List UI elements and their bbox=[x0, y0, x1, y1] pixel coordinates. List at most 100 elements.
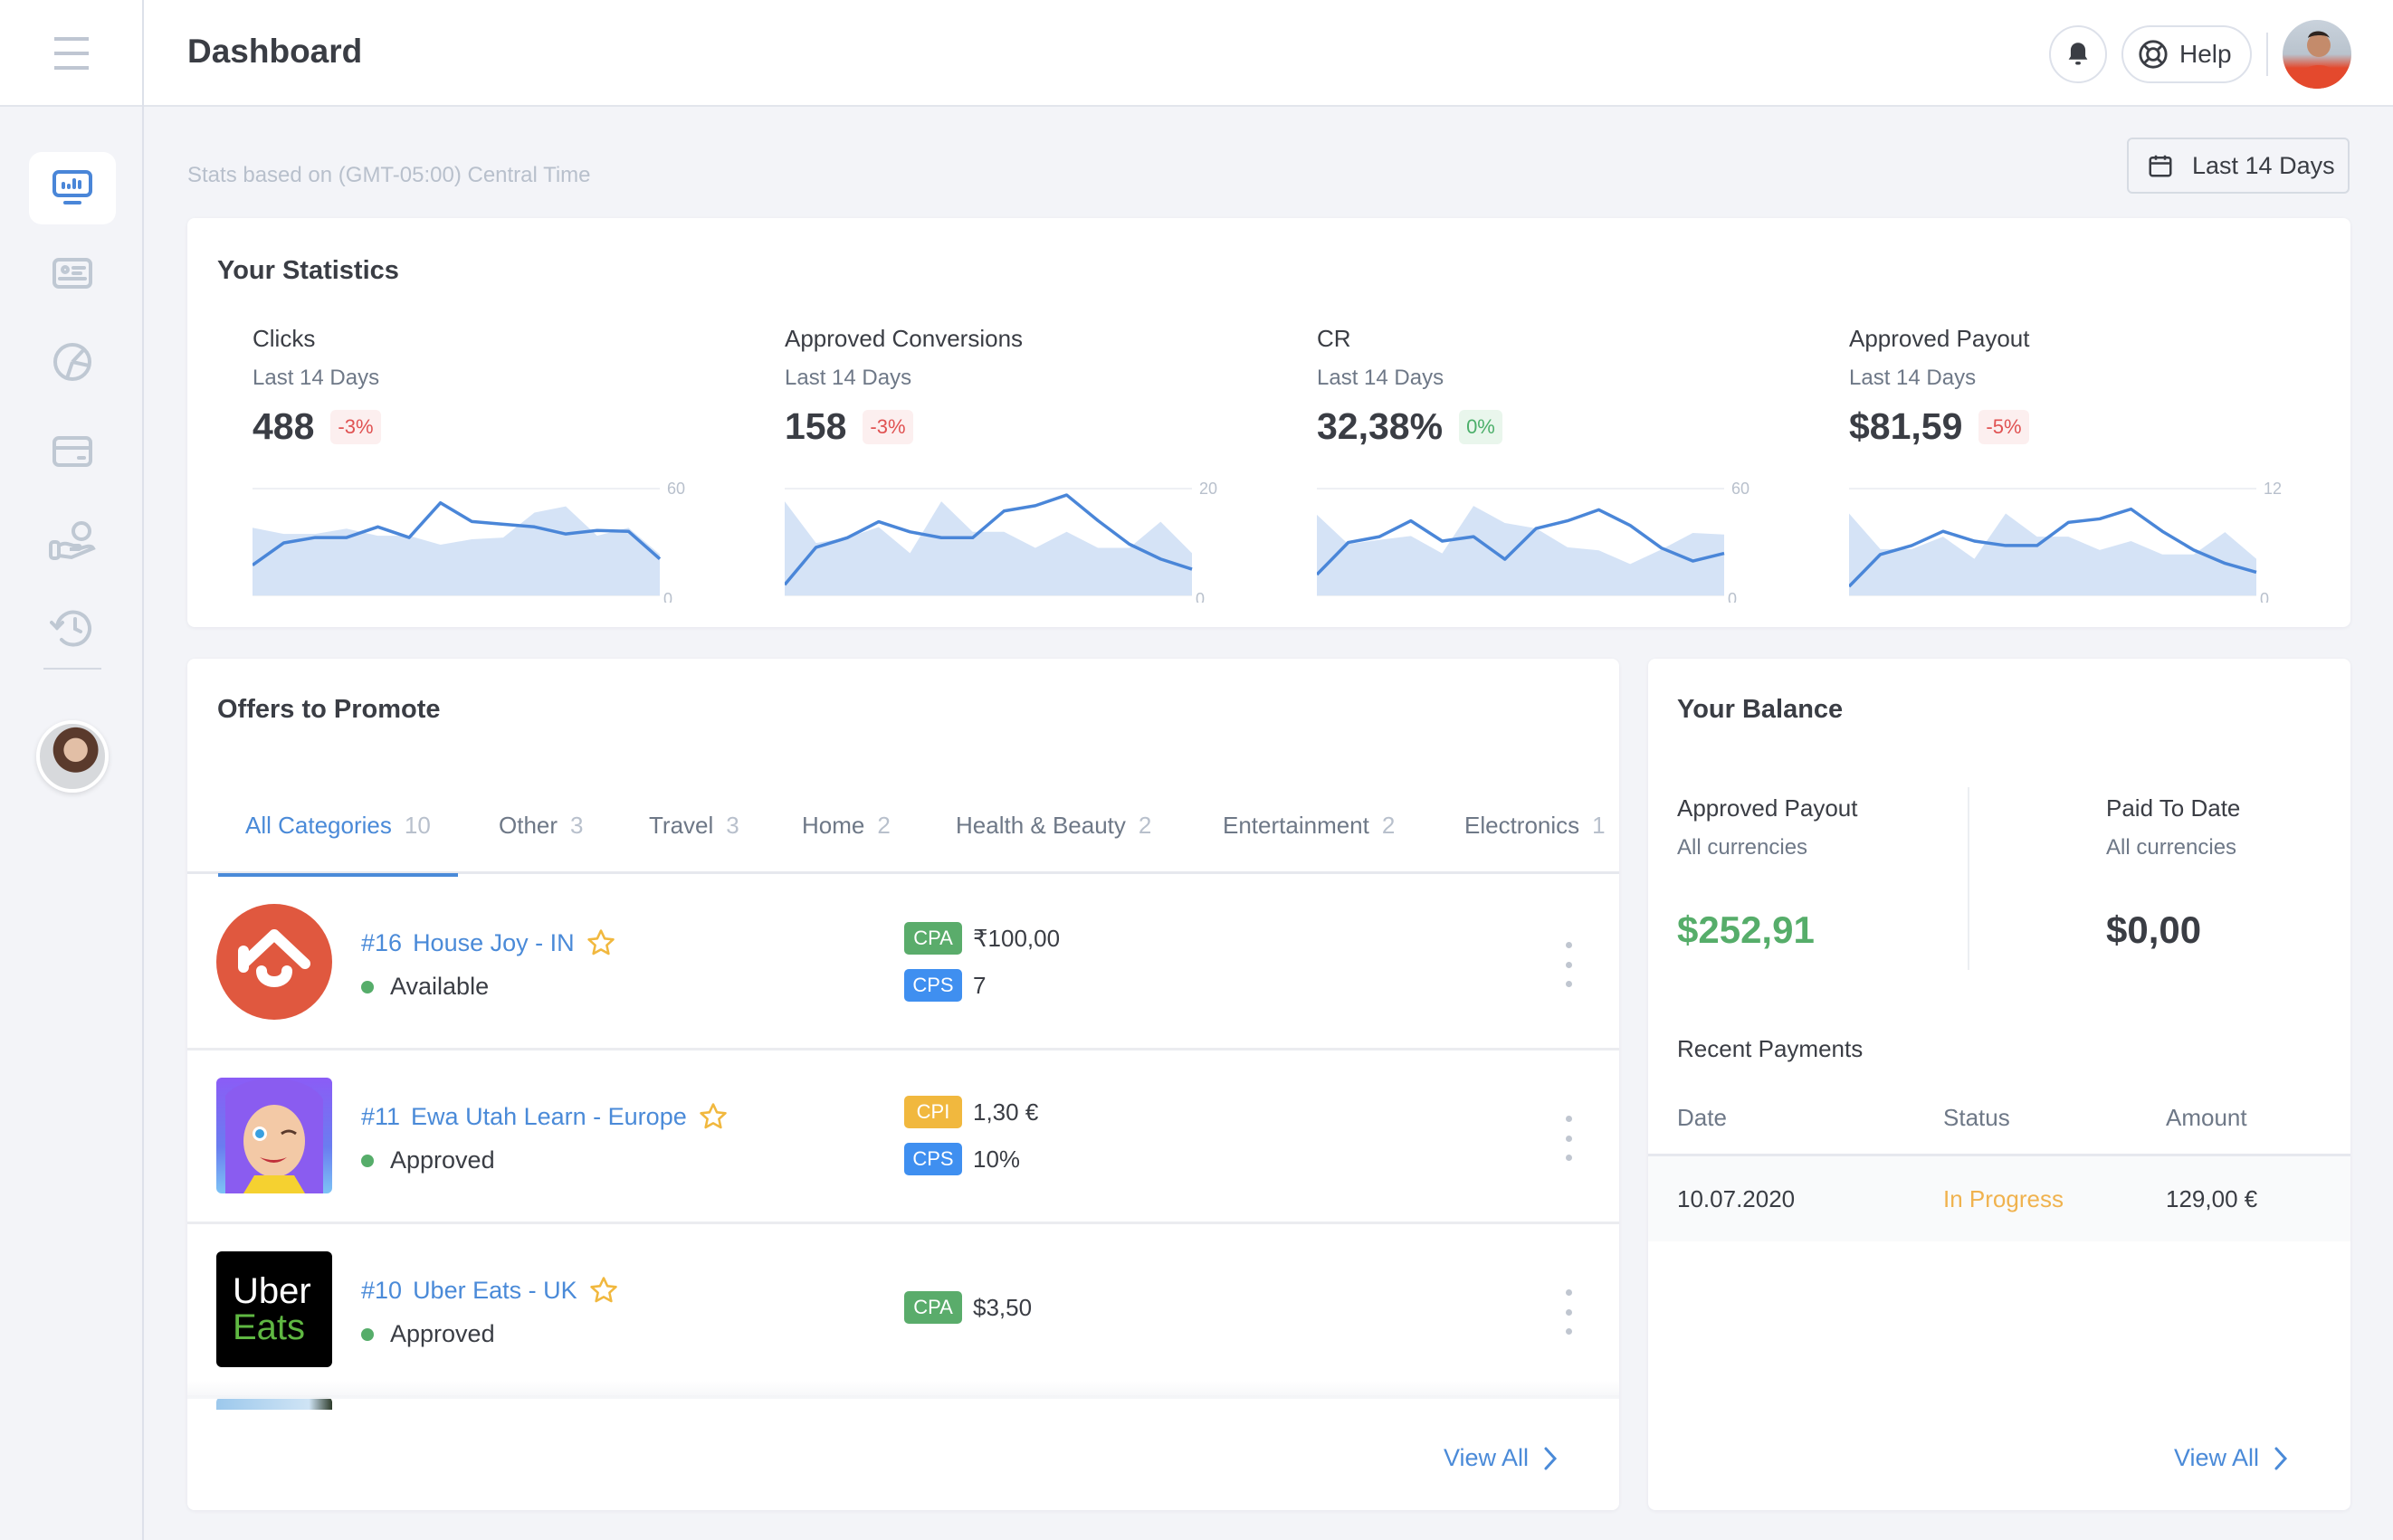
status-text: Approved bbox=[390, 1146, 495, 1174]
star-icon[interactable] bbox=[698, 1101, 729, 1132]
stat-number: 158 bbox=[785, 405, 847, 447]
category-tabs: All Categories 10 Other 3 Travel 3 Home 2 He… bbox=[187, 776, 1619, 877]
sidebar-item-dashboard[interactable] bbox=[29, 152, 116, 224]
column-amount: Amount bbox=[2166, 1104, 2247, 1131]
payout-item: CPI 1,30 € bbox=[904, 1094, 1038, 1130]
lifebuoy-icon bbox=[2139, 40, 2168, 69]
offer-link[interactable]: #11 Ewa Utah Learn - Europe bbox=[361, 1101, 729, 1132]
sparkline-cr: 60 0 bbox=[1317, 480, 1749, 603]
payout-list: CPA ₹100,00 CPS 7 bbox=[904, 920, 1060, 1014]
chevron-right-icon bbox=[1544, 1447, 1558, 1469]
tab-label: Home bbox=[802, 811, 865, 839]
offer-id: #11 bbox=[361, 1102, 401, 1130]
sidebar-item-profile[interactable] bbox=[29, 238, 116, 310]
payout-item: CPS 10% bbox=[904, 1141, 1038, 1177]
payout-value: 1,30 € bbox=[973, 1098, 1039, 1126]
tab-label: Electronics bbox=[1464, 811, 1580, 839]
status-dot-icon bbox=[361, 1154, 374, 1167]
tab-all-categories[interactable]: All Categories 10 bbox=[218, 776, 458, 877]
tab-count: 1 bbox=[1592, 811, 1606, 839]
status-dot-icon bbox=[361, 980, 374, 993]
offer-link[interactable]: #10 Uber Eats - UK bbox=[361, 1275, 619, 1306]
sidebar-item-history[interactable] bbox=[29, 592, 116, 664]
tab-label: All Categories bbox=[245, 811, 392, 839]
sidebar-item-payouts[interactable] bbox=[29, 505, 116, 577]
payout-item: CPS 7 bbox=[904, 967, 1060, 1003]
payout-list: CPI 1,30 € CPS 10% bbox=[904, 1094, 1038, 1188]
payment-row[interactable]: 10.07.2020 In Progress 129,00 € bbox=[1648, 1156, 2350, 1241]
tab-health-beauty[interactable]: Health & Beauty 2 bbox=[956, 776, 1151, 874]
stat-value: 488 -3% bbox=[253, 405, 381, 448]
y-tick-max: 60 bbox=[667, 480, 685, 498]
approved-payout-value: $252,91 bbox=[1677, 908, 1815, 951]
offer-name: Ewa Utah Learn - Europe bbox=[411, 1102, 687, 1130]
series-area-previous bbox=[253, 506, 660, 595]
user-avatar[interactable] bbox=[2283, 20, 2351, 89]
stat-number: 488 bbox=[253, 405, 315, 447]
stat-approved-payout: Approved Payout Last 14 Days $81,59 -5% 1… bbox=[1849, 218, 2356, 627]
payout-list: CPA $3,50 bbox=[904, 1289, 1032, 1336]
balance-label: Approved Payout bbox=[1677, 794, 1858, 822]
id-card-icon bbox=[52, 258, 92, 289]
y-tick-max: 60 bbox=[1731, 480, 1749, 498]
account-avatar[interactable] bbox=[36, 720, 109, 793]
balance-view-all-link[interactable]: View All bbox=[2174, 1444, 2288, 1472]
tab-label: Other bbox=[499, 811, 558, 839]
tab-label: Entertainment bbox=[1223, 811, 1369, 839]
more-options-button[interactable] bbox=[1559, 1116, 1578, 1161]
dashboard-monitor-icon bbox=[52, 170, 92, 204]
y-tick-min: 0 bbox=[1728, 590, 1737, 603]
sidebar-item-reports[interactable] bbox=[29, 326, 116, 398]
offers-footer bbox=[187, 1410, 1619, 1510]
more-options-button[interactable] bbox=[1559, 1289, 1578, 1335]
date-range-button[interactable]: Last 14 Days bbox=[2127, 138, 2350, 194]
tab-other[interactable]: Other 3 bbox=[499, 776, 584, 874]
payout-item: CPA $3,50 bbox=[904, 1289, 1032, 1326]
uber-eats-logo: Uber Eats bbox=[216, 1251, 332, 1367]
menu-toggle-button[interactable] bbox=[0, 0, 144, 107]
view-all-label: View All bbox=[1444, 1444, 1530, 1471]
payout-type-badge: CPA bbox=[904, 1291, 962, 1324]
payment-status: In Progress bbox=[1943, 1185, 2064, 1212]
logo-text-uber: Uber bbox=[233, 1271, 311, 1311]
offer-link[interactable]: #16 House Joy - IN bbox=[361, 927, 616, 958]
offer-row[interactable]: Uber Eats #10 Uber Eats - UK Approved CP… bbox=[187, 1224, 1619, 1398]
offer-row[interactable]: #11 Ewa Utah Learn - Europe Approved CPI… bbox=[187, 1050, 1619, 1224]
offer-status: Available bbox=[361, 973, 489, 1001]
y-tick-max: 20 bbox=[1199, 480, 1217, 498]
delta-badge: -3% bbox=[863, 409, 913, 444]
tab-count: 2 bbox=[877, 811, 891, 839]
payout-value: ₹100,00 bbox=[973, 924, 1061, 952]
paid-to-date-value: $0,00 bbox=[2106, 908, 2202, 951]
star-icon[interactable] bbox=[588, 1275, 619, 1306]
tab-home[interactable]: Home 2 bbox=[802, 776, 891, 874]
stat-label: Clicks bbox=[253, 325, 316, 352]
notifications-button[interactable] bbox=[2049, 25, 2107, 83]
offer-status: Approved bbox=[361, 1320, 495, 1348]
sidebar-item-billing[interactable] bbox=[29, 416, 116, 489]
payout-value: 10% bbox=[973, 1145, 1021, 1173]
tab-travel[interactable]: Travel 3 bbox=[649, 776, 739, 874]
balance-title: Your Balance bbox=[1677, 695, 1844, 724]
stat-clicks: Clicks Last 14 Days 488 -3% 60 0 bbox=[253, 218, 759, 627]
column-status: Status bbox=[1943, 1104, 2010, 1131]
tab-electronics[interactable]: Electronics 1 bbox=[1464, 776, 1606, 874]
help-label: Help bbox=[2179, 40, 2232, 68]
tab-entertainment[interactable]: Entertainment 2 bbox=[1223, 776, 1395, 874]
y-tick-min: 0 bbox=[2260, 590, 2269, 603]
payments-table-header: Date Status Amount bbox=[1648, 1091, 2350, 1156]
tab-label: Travel bbox=[649, 811, 714, 839]
offer-status: Approved bbox=[361, 1146, 495, 1174]
tab-label: Health & Beauty bbox=[956, 811, 1126, 839]
offers-view-all-link[interactable]: View All bbox=[1444, 1444, 1558, 1472]
top-header: Dashboard Help bbox=[0, 0, 2393, 107]
offer-row[interactable]: #16 House Joy - IN Available CPA ₹100,00 … bbox=[187, 877, 1619, 1050]
star-icon[interactable] bbox=[586, 927, 616, 958]
series-area-previous bbox=[1317, 506, 1724, 595]
delta-badge: -5% bbox=[1978, 409, 2029, 444]
more-options-button[interactable] bbox=[1559, 942, 1578, 987]
balance-divider bbox=[1968, 787, 1969, 970]
help-button[interactable]: Help bbox=[2121, 25, 2252, 83]
y-tick-min: 0 bbox=[663, 590, 672, 603]
sidebar-divider bbox=[43, 668, 101, 670]
